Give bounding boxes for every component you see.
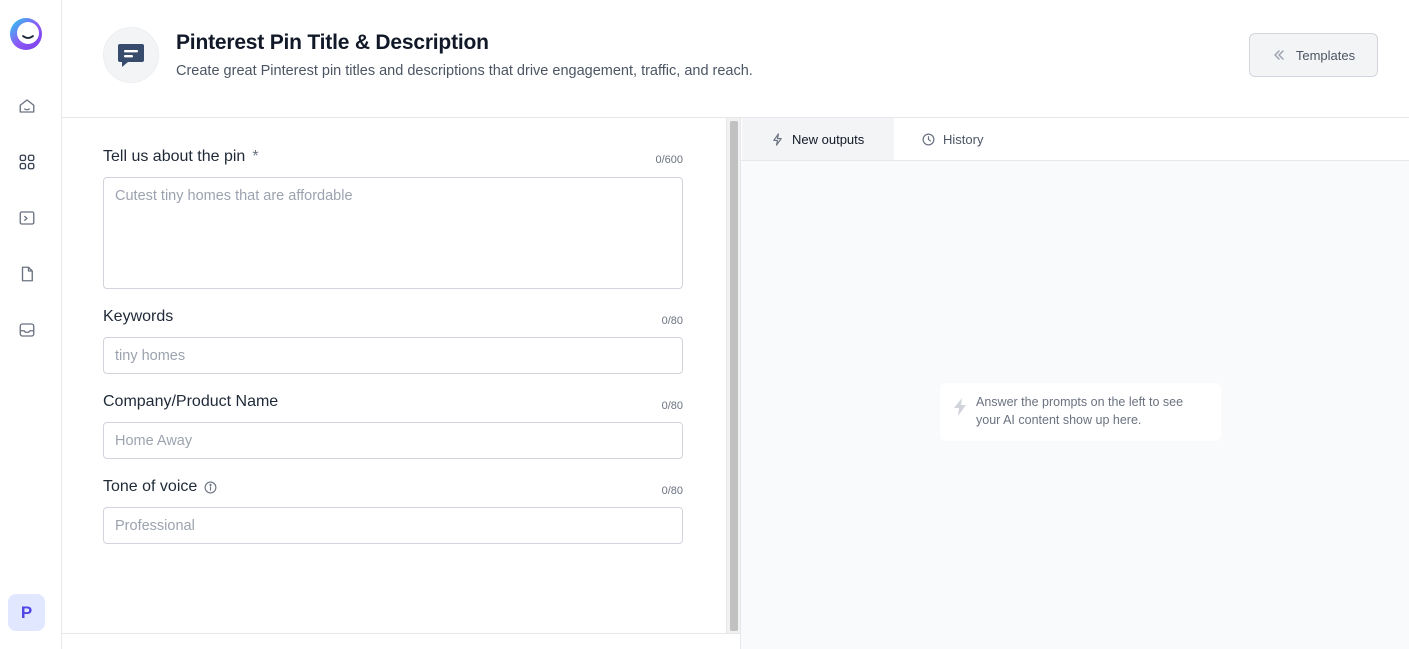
form-panel: Tell us about the pin* 0/600 Keywords 0/… <box>62 118 726 633</box>
page-subtitle: Create great Pinterest pin titles and de… <box>176 63 753 79</box>
clock-icon <box>922 133 935 145</box>
info-icon[interactable] <box>204 481 217 494</box>
tone-label: Tone of voice <box>103 478 217 496</box>
scrollbar-thumb[interactable] <box>730 121 738 631</box>
nav-documents[interactable] <box>17 264 37 284</box>
form-footer <box>62 633 740 649</box>
chat-icon <box>118 44 144 67</box>
templates-button-label: Templates <box>1295 47 1356 63</box>
company-label: Company/Product Name <box>103 393 279 410</box>
about-pin-textarea[interactable] <box>103 177 683 289</box>
tone-counter: 0/80 <box>661 485 683 497</box>
lightning-icon <box>773 132 782 146</box>
home-icon <box>19 99 35 113</box>
output-panel: New outputs History Answer the prompts o… <box>740 118 1409 649</box>
company-input[interactable] <box>103 422 683 459</box>
tab-history[interactable]: History <box>922 118 1032 160</box>
page-header: Pinterest Pin Title & Description Create… <box>62 0 1409 118</box>
grid-icon <box>19 154 35 170</box>
inbox-icon <box>19 323 35 337</box>
about-pin-label: Tell us about the pin * <box>103 148 259 165</box>
document-icon <box>21 266 33 282</box>
chevrons-left-icon <box>1274 50 1284 60</box>
empty-state-card: Answer the prompts on the left to see yo… <box>940 383 1221 441</box>
sidebar: P <box>0 0 62 649</box>
nav-templates[interactable] <box>17 152 37 172</box>
tab-new-outputs[interactable]: New outputs <box>742 118 894 160</box>
user-avatar[interactable]: P <box>8 594 45 631</box>
required-mark: * <box>252 148 259 165</box>
keywords-label: Keywords <box>103 308 174 325</box>
about-pin-counter: 0/600 <box>655 154 683 166</box>
lightning-icon <box>954 398 966 416</box>
page-title: Pinterest Pin Title & Description <box>176 31 489 54</box>
app-logo[interactable] <box>8 16 44 52</box>
keywords-counter: 0/80 <box>661 315 683 327</box>
nav-inbox[interactable] <box>17 320 37 340</box>
nav-recipes[interactable] <box>17 208 37 228</box>
output-tabs: New outputs History <box>741 118 1409 161</box>
tone-input[interactable] <box>103 507 683 544</box>
keywords-input[interactable] <box>103 337 683 374</box>
templates-button[interactable]: Templates <box>1249 33 1378 77</box>
form-scrollbar[interactable] <box>726 118 740 633</box>
terminal-icon <box>19 211 35 225</box>
nav-home[interactable] <box>17 96 37 116</box>
empty-state-message: Answer the prompts on the left to see yo… <box>976 395 1184 427</box>
company-counter: 0/80 <box>661 400 683 412</box>
template-icon-badge <box>103 27 159 83</box>
